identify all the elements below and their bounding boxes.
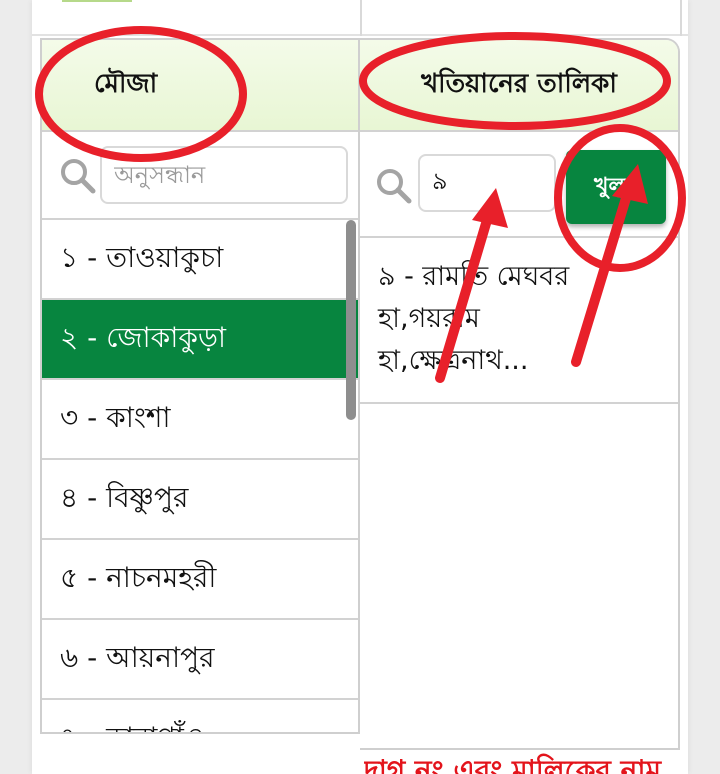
mouza-search-input[interactable] (100, 146, 348, 204)
mouza-header-label: মৌজা (94, 69, 158, 99)
khatian-result-line: হা,গয়রাম (378, 303, 480, 334)
khatian-header: খতিয়ানের তালিকা (360, 40, 678, 132)
mouza-item[interactable]: ৬ - আয়নাপুর (42, 620, 358, 700)
mouza-list: ১ - তাওয়াকুচা ২ - জোকাকুড়া ৩ - কাংশা ৪… (42, 220, 358, 732)
top-green-tick (62, 0, 132, 2)
open-button[interactable]: খুলুন (566, 150, 666, 224)
top-divider-right (680, 0, 682, 36)
top-divider (360, 0, 362, 36)
mouza-item[interactable]: ৩ - কাংশা (42, 380, 358, 460)
search-icon (377, 169, 412, 204)
mouza-item[interactable]: ৪ - বিষ্ণুপুর (42, 460, 358, 540)
khatian-search-input[interactable] (418, 154, 556, 212)
khatian-header-label: খতিয়ানের তালিকা (421, 69, 617, 99)
mouza-item[interactable]: ৫ - নাচনমহরী (42, 540, 358, 620)
search-icon (61, 159, 96, 194)
mouza-search-row (42, 132, 358, 220)
khatian-panel: খতিয়ানের তালিকা খুলুন ৯ - রামতি মেঘবর হ… (360, 38, 680, 750)
khatian-search-row: খুলুন (360, 132, 678, 238)
mouza-item[interactable]: ১ - তাওয়াকুচা (42, 220, 358, 300)
mouza-panel: মৌজা ১ - তাওয়াকুচা ২ - জোকাকুড়া ৩ - কা… (40, 38, 360, 734)
mouza-item[interactable]: ৭ - কারাগাঁও (42, 700, 358, 732)
khatian-result-line: হা,ক্ষেত্রনাথ... (378, 345, 529, 376)
khatian-result-item[interactable]: ৯ - রামতি মেঘবর হা,গয়রাম হা,ক্ষেত্রনাথ.… (360, 238, 678, 404)
mouza-item-selected[interactable]: ২ - জোকাকুড়া (42, 300, 358, 380)
plot-owner-heading: দাগ নং এবং মালিকের নাম (364, 754, 662, 774)
khatian-result-line: ৯ - রামতি মেঘবর (378, 261, 570, 292)
mouza-header: মৌজা (42, 40, 358, 132)
top-strip (32, 0, 688, 36)
mouza-list-scrollbar[interactable] (346, 220, 356, 420)
